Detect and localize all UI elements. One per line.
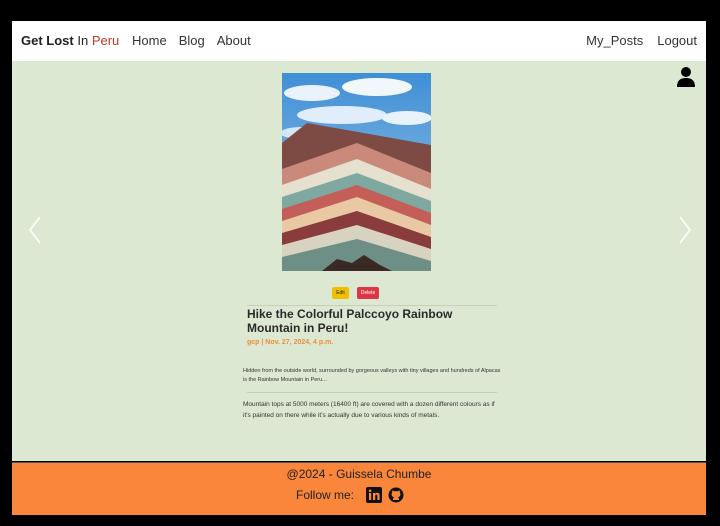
navbar: Get Lost In Peru Home Blog About My_Post…	[12, 21, 706, 61]
linkedin-icon[interactable]	[366, 487, 383, 503]
brand-part-1: Get Lost	[21, 33, 74, 48]
user-icon[interactable]	[676, 66, 696, 88]
edit-button[interactable]: Edit	[332, 287, 349, 299]
divider	[247, 305, 497, 306]
brand-part-2: In	[77, 33, 89, 48]
nav-my-posts[interactable]: My_Posts	[586, 33, 643, 48]
divider	[247, 392, 497, 393]
nav-blog[interactable]: Blog	[179, 33, 205, 48]
carousel-next-icon[interactable]	[674, 215, 694, 245]
brand-logo[interactable]: Get Lost In Peru	[21, 33, 119, 48]
post-actions: Edit Delete	[332, 287, 379, 299]
nav-links: Home Blog About	[132, 33, 251, 48]
carousel-prev-icon[interactable]	[26, 215, 46, 245]
nav-logout[interactable]: Logout	[657, 33, 697, 48]
follow-section: Follow me:	[296, 487, 404, 503]
github-icon[interactable]	[388, 487, 404, 503]
post-body: Mountain tops at 5000 meters (16400 ft) …	[243, 401, 495, 419]
footer: @2024 - Guissela Chumbe Follow me:	[12, 462, 706, 515]
main-content: Edit Delete Hike the Colorful Palccoyo R…	[12, 61, 706, 461]
brand-part-3: Peru	[91, 33, 120, 48]
post-meta: gcp | Nov. 27, 2024, 4 p.m.	[247, 339, 334, 346]
post-summary: Hidden from the outside world, surrounde…	[243, 368, 501, 383]
nav-about[interactable]: About	[217, 33, 251, 48]
follow-label: Follow me:	[296, 488, 355, 502]
post-image	[282, 73, 431, 271]
nav-right-links: My_Posts Logout	[586, 33, 697, 48]
app-frame: Get Lost In Peru Home Blog About My_Post…	[12, 21, 706, 515]
copyright: @2024 - Guissela Chumbe	[286, 467, 432, 481]
nav-home[interactable]: Home	[132, 33, 167, 48]
delete-button[interactable]: Delete	[357, 287, 379, 299]
post-title: Hike the Colorful Palccoyo Rainbow Mount…	[247, 307, 453, 335]
